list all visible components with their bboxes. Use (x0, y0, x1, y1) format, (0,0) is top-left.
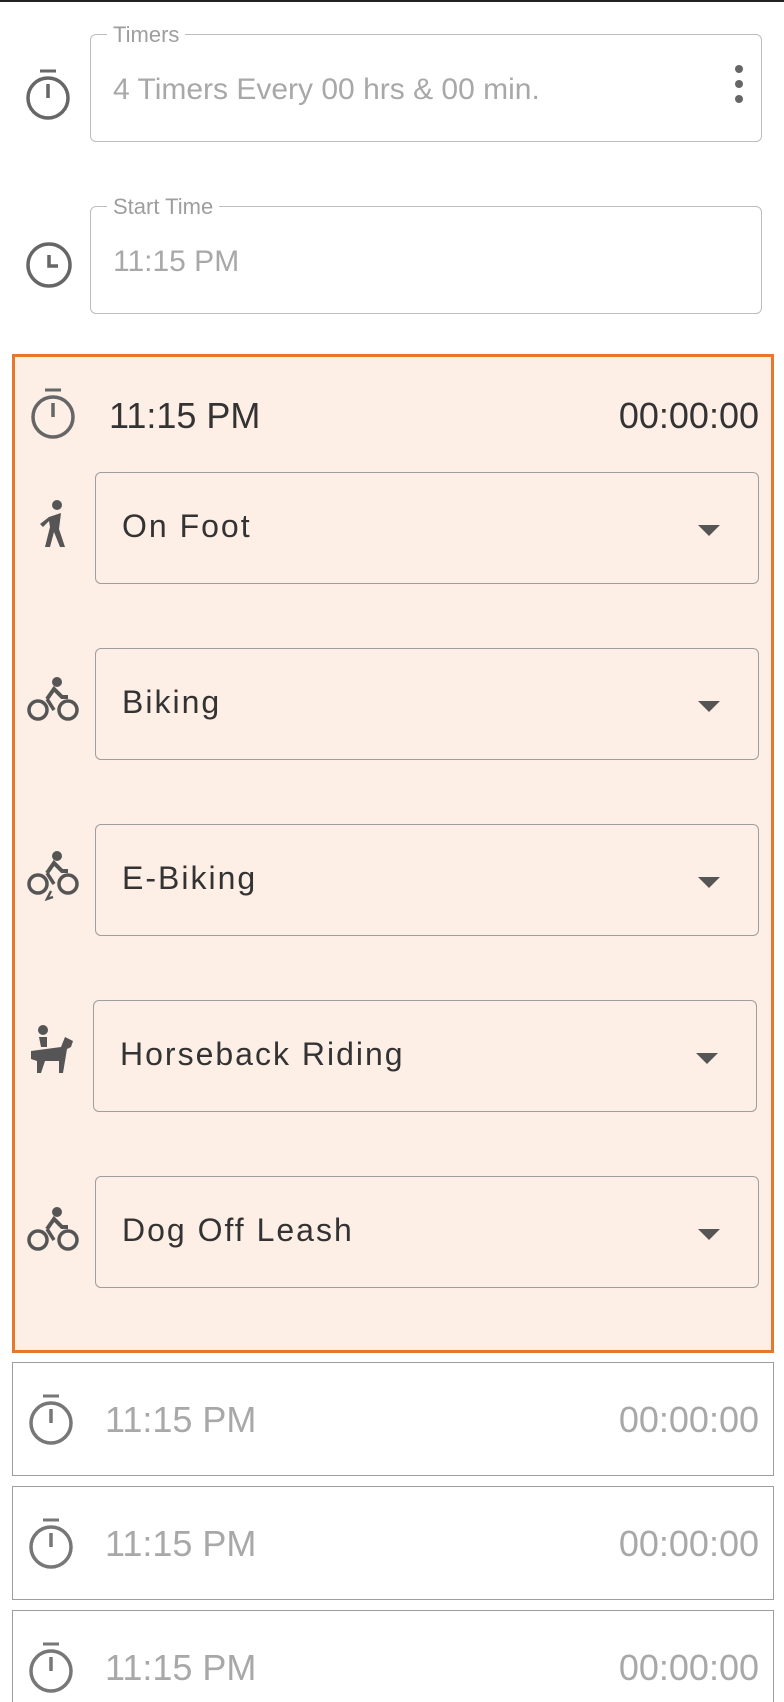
stopwatch-icon (25, 1639, 77, 1695)
activity-select-horseback-riding[interactable]: Horseback Riding (93, 1000, 757, 1112)
timer-card[interactable]: 11:15 PM 00:00:00 (12, 1362, 774, 1476)
timer-duration: 00:00:00 (618, 1647, 759, 1688)
activity-select-on-foot[interactable]: On Foot (95, 472, 759, 584)
more-vert-icon[interactable] (733, 65, 745, 109)
activity-select-label: On Foot (122, 508, 252, 544)
activity-select-e-biking[interactable]: E-Biking (95, 824, 759, 936)
timers-field[interactable]: Timers 4 Timers Every 00 hrs & 00 min. (90, 22, 762, 142)
activity-select-dog-off-leash[interactable]: Dog Off Leash (95, 1176, 759, 1288)
start-time-field[interactable]: Start Time 11:15 PM (90, 194, 762, 314)
walking-icon (35, 499, 75, 549)
horse-icon (27, 1025, 75, 1075)
activity-select-biking[interactable]: Biking (95, 648, 759, 760)
dropdown-arrow-icon (698, 877, 720, 888)
stopwatch-icon (27, 385, 79, 441)
timer-time: 11:15 PM (105, 1523, 257, 1564)
activity-select-label: Horseback Riding (120, 1036, 405, 1072)
stopwatch-icon (25, 1391, 77, 1447)
timers-field-value: 4 Timers Every 00 hrs & 00 min. (113, 73, 540, 106)
start-time-label: Start Time (107, 194, 220, 220)
dropdown-arrow-icon (698, 1229, 720, 1240)
timer-duration: 00:00:00 (618, 1399, 759, 1440)
active-timer-time: 11:15 PM (109, 395, 261, 436)
timer-time: 11:15 PM (105, 1647, 257, 1688)
active-timer-card[interactable]: 11:15 PM 00:00:00 On Foot Biking E-Bikin… (12, 354, 774, 1353)
timer-time: 11:15 PM (105, 1399, 257, 1440)
activity-select-label: Dog Off Leash (122, 1212, 354, 1248)
top-divider (0, 0, 784, 2)
start-time-value: 11:15 PM (113, 245, 240, 278)
dropdown-arrow-icon (698, 525, 720, 536)
stopwatch-icon (25, 1515, 77, 1571)
timer-duration: 00:00:00 (618, 1523, 759, 1564)
bike-icon (27, 677, 79, 721)
dropdown-arrow-icon (696, 1053, 718, 1064)
clock-icon (24, 240, 74, 290)
active-timer-duration: 00:00:00 (618, 395, 759, 436)
timers-field-label: Timers (107, 22, 186, 48)
timer-card[interactable]: 11:15 PM 00:00:00 (12, 1610, 774, 1702)
ebike-icon (27, 851, 79, 901)
bike-icon (27, 1207, 79, 1251)
activity-select-label: E-Biking (122, 860, 258, 896)
timer-card[interactable]: 11:15 PM 00:00:00 (12, 1486, 774, 1600)
dropdown-arrow-icon (698, 701, 720, 712)
stopwatch-icon (22, 66, 74, 122)
activity-select-label: Biking (122, 684, 222, 720)
